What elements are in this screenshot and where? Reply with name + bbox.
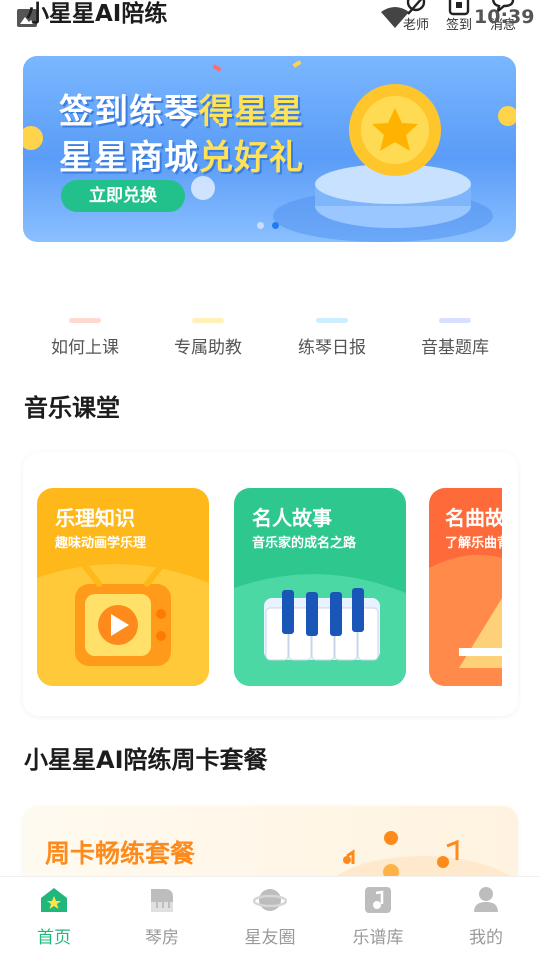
tile-masterpiece-stories[interactable]: 名曲故事 了解乐曲背后 (429, 488, 502, 686)
tile-title: 乐理知识 (55, 506, 135, 530)
music-class-title: 音乐课堂 (24, 394, 120, 422)
music-note-icon (365, 887, 391, 913)
piano-icon (151, 889, 173, 912)
entry-icon (192, 318, 224, 323)
nav-label: 琴房 (145, 928, 179, 948)
entry-icon (439, 318, 471, 323)
quick-entry-how-to-class[interactable]: 如何上课 (30, 318, 140, 358)
tile-subtitle: 音乐家的成名之路 (252, 536, 357, 551)
planet-icon (253, 889, 287, 911)
banner-headline-2-b: 兑好礼 (199, 138, 304, 178)
nav-label: 乐谱库 (352, 928, 404, 948)
quick-entry-daily-report[interactable]: 练琴日报 (277, 318, 387, 358)
nav-home[interactable]: 首页 (0, 885, 108, 948)
tile-famous-stories[interactable]: 名人故事 音乐家的成名之路 (234, 488, 406, 686)
entry-icon (316, 318, 348, 323)
nav-label: 首页 (37, 928, 71, 948)
banner-dot[interactable] (257, 222, 264, 229)
app-title: 小星星AI陪练 (26, 1, 168, 27)
tile-title: 名曲故事 (445, 506, 502, 530)
tile-music-theory[interactable]: 乐理知识 趣味动画学乐理 (37, 488, 209, 686)
quick-entry-assistant[interactable]: 专属助教 (153, 318, 263, 358)
banner-headline-1-a: 签到练琴 (59, 92, 199, 132)
person-icon (474, 887, 498, 912)
banner-headline-1: 签到练琴得星星 (59, 84, 304, 133)
banner-headline-2-a: 星星商城 (59, 138, 199, 178)
teacher-button[interactable]: 老师 (396, 0, 436, 38)
banner-headline-2: 星星商城兑好礼 (59, 130, 304, 179)
quick-entry-label: 音基题库 (421, 338, 489, 358)
music-class-card: 乐理知识 趣味动画学乐理 名人故事 音乐家的成名之路 名曲故 了解乐曲 (23, 452, 518, 716)
tile-title: 名人故事 (252, 506, 332, 530)
nav-piano-room[interactable]: 琴房 (108, 885, 216, 948)
checkin-label: 签到 (445, 18, 472, 33)
status-time: 10:39 (474, 6, 535, 28)
banner-dot-active[interactable] (272, 222, 279, 229)
tile-subtitle: 趣味动画学乐理 (55, 536, 147, 551)
weekly-pack-section-title: 小星星AI陪练周卡套餐 (24, 746, 268, 774)
nav-star-circle[interactable]: 星友圈 (216, 885, 324, 948)
banner-headline-1-b: 得星星 (199, 92, 304, 132)
teacher-label: 老师 (402, 18, 429, 33)
banner-pagination (257, 214, 287, 233)
redeem-now-button[interactable]: 立即兑换 (61, 180, 185, 212)
nav-label: 我的 (469, 928, 503, 948)
home-star-icon (41, 888, 67, 912)
nav-label: 星友圈 (244, 928, 296, 948)
weekly-pack-title: 周卡畅练套餐 (45, 839, 196, 868)
quick-entry-question-bank[interactable]: 音基题库 (400, 318, 510, 358)
quick-entry-label: 专属助教 (174, 338, 242, 358)
nav-sheet-library[interactable]: 乐谱库 (324, 885, 432, 948)
quick-entry-label: 如何上课 (51, 338, 119, 358)
bottom-navigation: 首页 琴房 星友圈 乐谱库 我的 (0, 876, 540, 961)
entry-icon (69, 318, 101, 323)
quick-entry-label: 练琴日报 (298, 338, 366, 358)
promo-banner[interactable]: 签到练琴得星星 星星商城兑好礼 立即兑换 (23, 56, 516, 242)
nav-profile[interactable]: 我的 (432, 885, 540, 948)
checkin-button[interactable]: 签到 (439, 0, 479, 38)
tile-subtitle: 了解乐曲背后 (445, 536, 502, 551)
